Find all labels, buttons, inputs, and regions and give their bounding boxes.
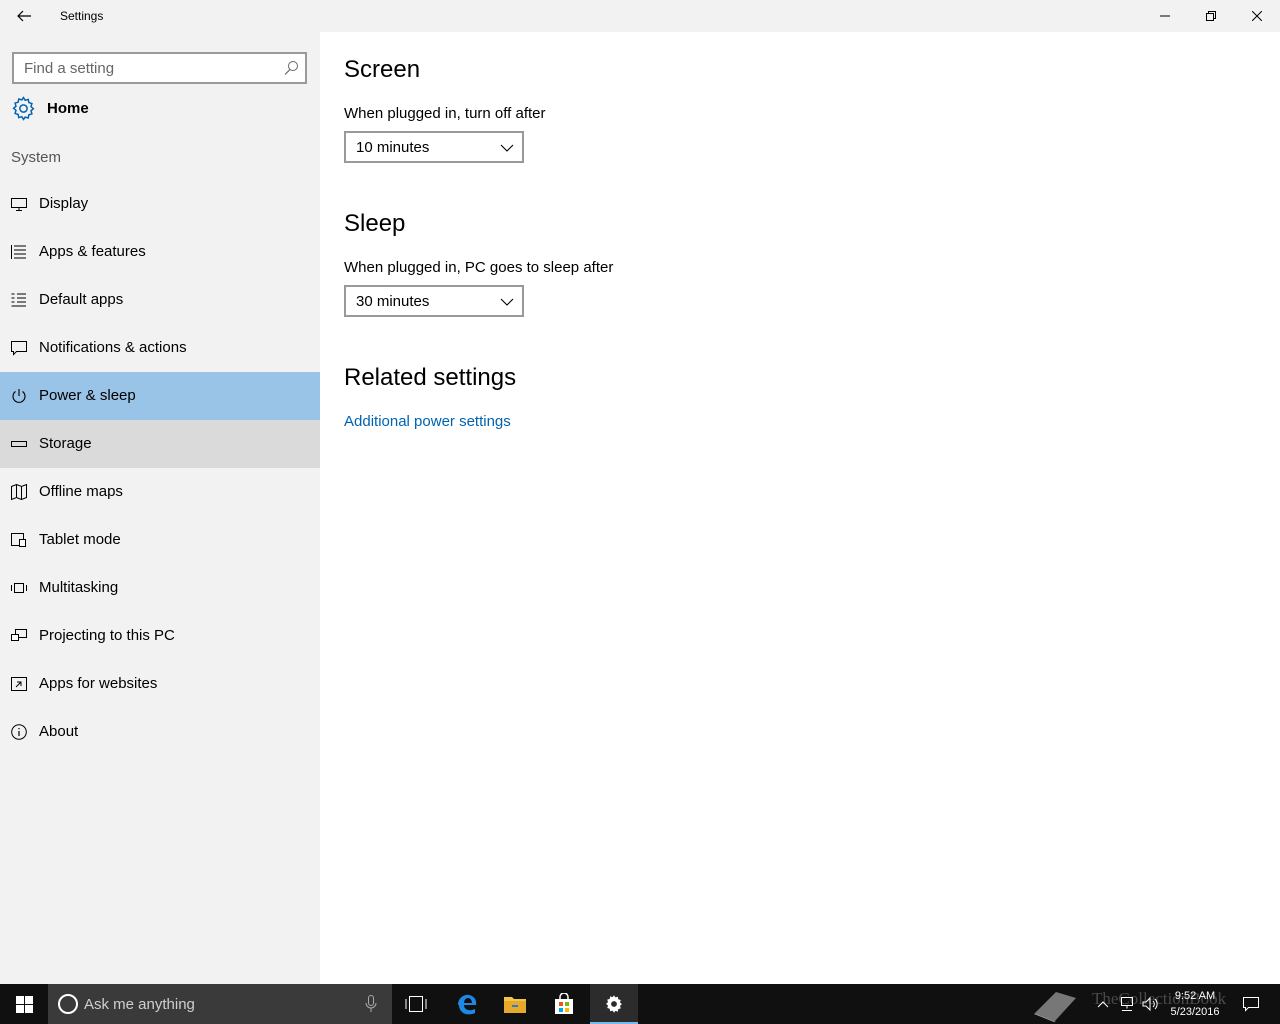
sidebar-item-label: Tablet mode [39, 531, 121, 548]
dropdown-value: 30 minutes [356, 293, 430, 310]
sidebar-item-apps-features[interactable]: Apps & features [0, 228, 320, 276]
apps-websites-icon [11, 677, 27, 691]
sidebar-item-notifications[interactable]: Notifications & actions [0, 324, 320, 372]
sidebar-item-multitasking[interactable]: Multitasking [0, 564, 320, 612]
chevron-down-icon [500, 144, 514, 152]
taskbar-app-edge[interactable] [443, 984, 491, 1024]
projecting-icon [11, 629, 27, 641]
group-label-system: System [11, 149, 62, 166]
volume-tray-icon[interactable] [1140, 984, 1162, 1024]
folder-icon [504, 997, 526, 1013]
taskbar-clock[interactable]: 9:52 AM 5/23/2016 [1160, 988, 1230, 1020]
sidebar-item-display[interactable]: Display [0, 180, 320, 228]
sidebar-item-label: Offline maps [39, 483, 123, 500]
sidebar-item-tablet-mode[interactable]: Tablet mode [0, 516, 320, 564]
sidebar-item-label: Default apps [39, 291, 124, 308]
windows-logo-icon [15, 995, 33, 1013]
additional-power-settings-link[interactable]: Additional power settings [344, 413, 511, 430]
default-apps-icon [11, 293, 26, 307]
chevron-down-icon [500, 298, 514, 306]
tablet-mode-icon [11, 533, 26, 547]
map-icon [11, 484, 27, 500]
sidebar-item-label: Projecting to this PC [39, 627, 175, 644]
action-center-button[interactable] [1238, 984, 1264, 1024]
sidebar-item-label: Display [39, 195, 89, 212]
home-label: Home [47, 100, 89, 117]
restore-button[interactable] [1188, 0, 1234, 32]
window-title: Settings [60, 9, 104, 23]
sidebar-item-label: Multitasking [39, 579, 119, 596]
sidebar-item-projecting[interactable]: Projecting to this PC [0, 612, 320, 660]
close-button[interactable] [1234, 0, 1280, 32]
power-icon [12, 389, 26, 403]
search-icon [284, 61, 298, 75]
sidebar: Home System Display Apps & features Defa… [0, 32, 320, 984]
search-box[interactable] [12, 52, 307, 84]
start-button[interactable] [0, 984, 48, 1024]
section-heading-sleep: Sleep [344, 210, 406, 237]
screen-timeout-dropdown[interactable]: 10 minutes [344, 131, 524, 163]
sidebar-item-offline-maps[interactable]: Offline maps [0, 468, 320, 516]
volume-icon [1142, 997, 1158, 1011]
cortana-search-box[interactable] [48, 984, 392, 1024]
sidebar-item-default-apps[interactable]: Default apps [0, 276, 320, 324]
network-icon [1121, 997, 1133, 1011]
restore-icon [1206, 11, 1216, 21]
sidebar-item-label: About [39, 723, 79, 740]
task-view-button[interactable] [392, 984, 440, 1024]
section-heading-screen: Screen [344, 56, 421, 83]
apps-features-icon [11, 245, 26, 259]
sidebar-item-label: Apps & features [39, 243, 146, 260]
cortana-search-input[interactable] [84, 994, 354, 1014]
sidebar-item-apps-websites[interactable]: Apps for websites [0, 660, 320, 708]
back-arrow-icon [17, 10, 31, 22]
close-icon [1252, 11, 1262, 21]
display-icon [11, 198, 27, 211]
notifications-icon [11, 341, 27, 356]
search-input[interactable] [14, 54, 274, 82]
sidebar-item-label: Storage [39, 435, 92, 452]
clock-time: 9:52 AM [1174, 990, 1216, 1002]
section-heading-related: Related settings [344, 364, 517, 391]
store-icon [555, 993, 573, 1014]
gear-icon [12, 96, 35, 121]
microphone-icon[interactable] [364, 995, 378, 1013]
sidebar-item-label: Apps for websites [39, 675, 158, 692]
title-bar: Settings [0, 0, 1280, 32]
chevron-up-icon [1097, 1001, 1109, 1008]
taskbar: TheCollectionBook 9:52 AM 5/23/2016 [0, 984, 1280, 1024]
network-tray-icon[interactable] [1116, 984, 1138, 1024]
edge-icon [458, 994, 477, 1015]
sidebar-item-power-sleep[interactable]: Power & sleep [0, 372, 320, 420]
action-center-icon [1243, 997, 1259, 1012]
sidebar-item-label: Notifications & actions [39, 339, 187, 356]
storage-icon [11, 441, 27, 447]
taskbar-app-store[interactable] [540, 984, 588, 1024]
settings-gear-icon [606, 995, 622, 1013]
main-content: Screen When plugged in, turn off after 1… [320, 32, 1280, 984]
info-icon [11, 724, 27, 740]
sidebar-item-about[interactable]: About [0, 708, 320, 756]
cortana-icon [58, 994, 78, 1014]
book-logo-icon [1034, 992, 1076, 1022]
screen-description: When plugged in, turn off after [344, 105, 546, 122]
minimize-icon [1160, 15, 1170, 17]
clock-date: 5/23/2016 [1170, 1006, 1220, 1018]
back-button[interactable] [8, 0, 40, 32]
taskbar-app-settings[interactable] [590, 984, 638, 1024]
home-nav-item[interactable]: Home [0, 88, 320, 128]
sidebar-item-label: Power & sleep [39, 387, 136, 404]
sleep-description: When plugged in, PC goes to sleep after [344, 259, 614, 276]
task-view-icon [405, 996, 427, 1012]
minimize-button[interactable] [1142, 0, 1188, 32]
sidebar-item-storage[interactable]: Storage [0, 420, 320, 468]
multitasking-icon [11, 583, 27, 593]
show-hidden-icons-button[interactable] [1094, 984, 1112, 1024]
taskbar-app-file-explorer[interactable] [491, 984, 539, 1024]
sleep-timeout-dropdown[interactable]: 30 minutes [344, 285, 524, 317]
dropdown-value: 10 minutes [356, 139, 430, 156]
